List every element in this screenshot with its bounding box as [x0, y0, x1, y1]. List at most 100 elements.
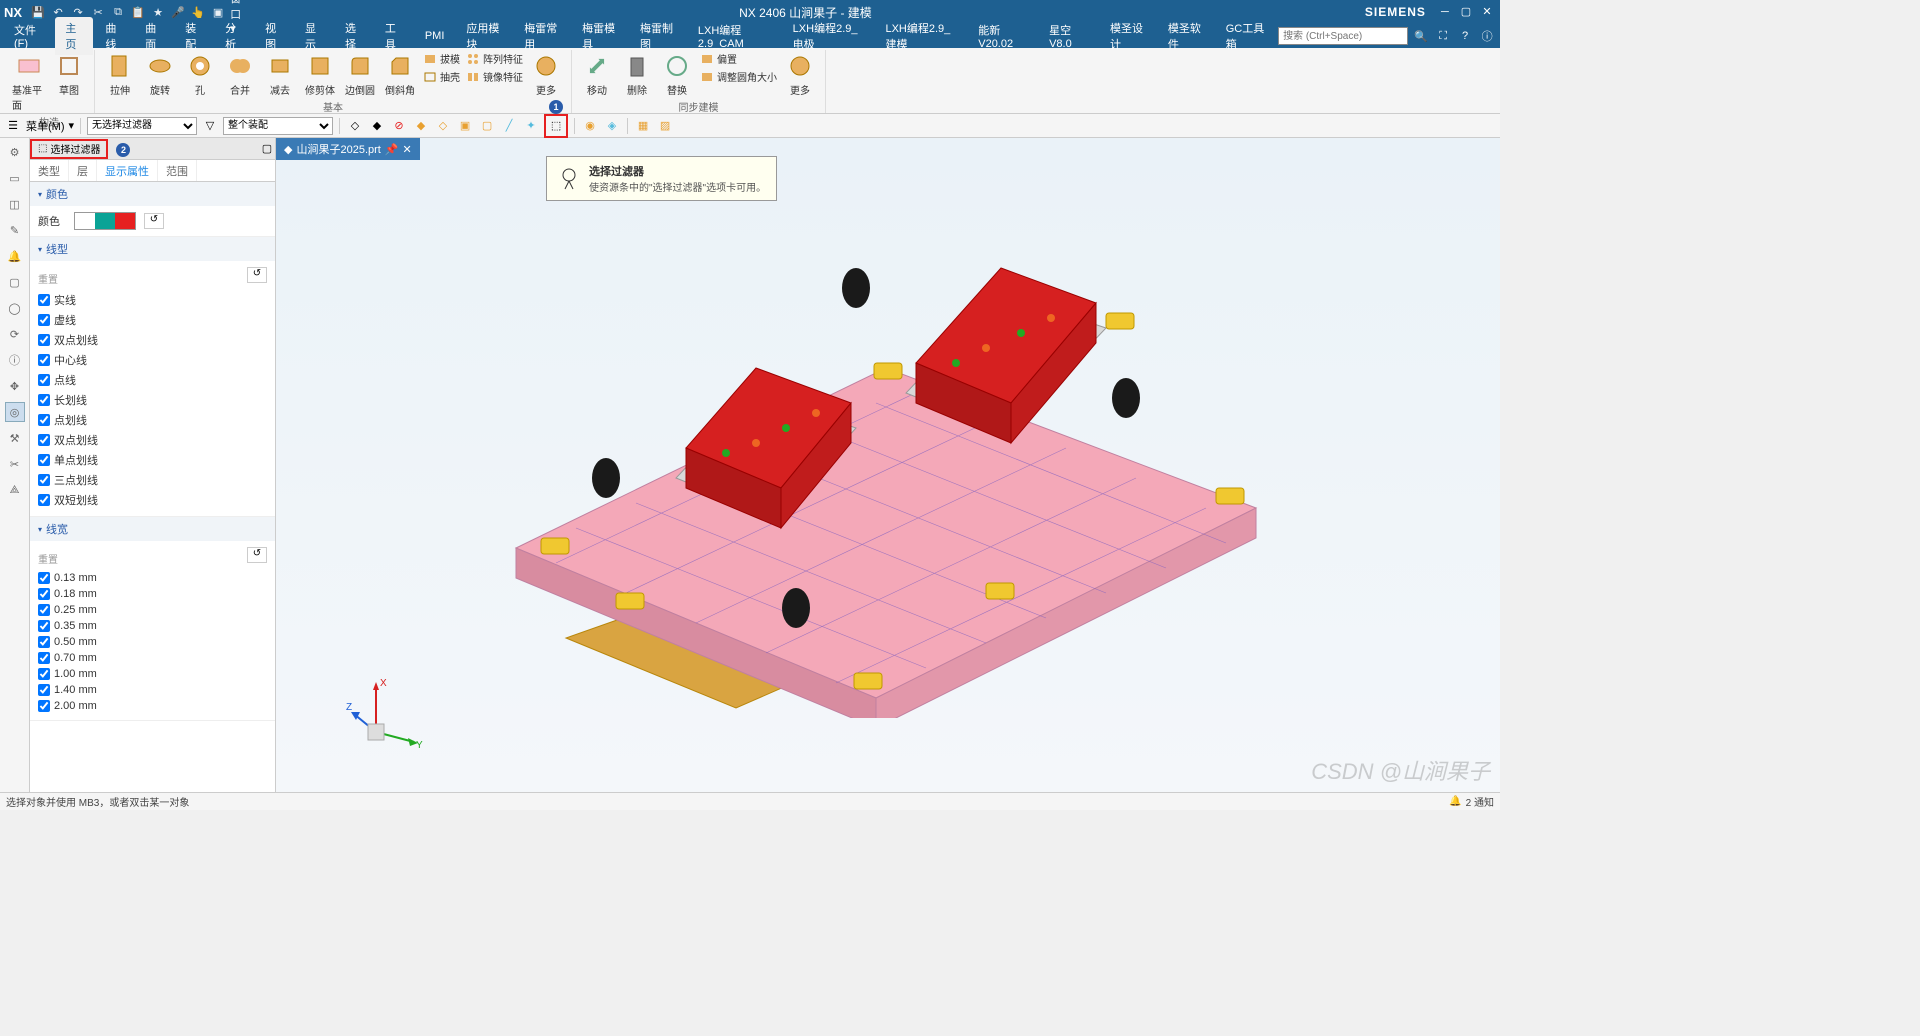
linestyle-check[interactable]: 点划线 [38, 410, 267, 430]
checkbox[interactable] [38, 588, 50, 600]
linestyle-check[interactable]: 虚线 [38, 310, 267, 330]
triad[interactable]: X Y Z [346, 672, 426, 752]
sel-icon-1[interactable]: ◇ [346, 117, 364, 135]
sel-filter-icon[interactable]: ⬚ [547, 117, 565, 135]
sphere-icon[interactable]: ◯ [5, 298, 25, 318]
linestyle-check[interactable]: 双点划线 [38, 430, 267, 450]
linewidth-check[interactable]: 0.70 mm [38, 650, 267, 666]
help-icon[interactable]: ? [1456, 27, 1474, 45]
checkbox[interactable] [38, 294, 50, 306]
panel-tab-layer[interactable]: 层 [69, 160, 97, 181]
panel-tab-display[interactable]: 显示属性 [97, 160, 158, 181]
linestyle-check[interactable]: 双点划线 [38, 330, 267, 350]
tab-lxh-model[interactable]: LXH编程2.9_建模 [875, 17, 966, 55]
checkbox[interactable] [38, 374, 50, 386]
document-tab[interactable]: ◆ 山涧果子2025.prt 📌 ✕ [276, 138, 420, 160]
color-reset-icon[interactable]: ↺ [144, 213, 164, 229]
checkbox[interactable] [38, 700, 50, 712]
linestyle-check[interactable]: 中心线 [38, 350, 267, 370]
linewidth-check[interactable]: 0.13 mm [38, 570, 267, 586]
sel-icon-2[interactable]: ◆ [368, 117, 386, 135]
resize-button[interactable]: 调整圆角大小 [698, 68, 779, 85]
doc-close-icon[interactable]: ✕ [403, 143, 412, 156]
save-icon[interactable]: 💾 [30, 4, 46, 20]
menu-label[interactable]: 菜单(M) [26, 118, 65, 134]
sketch-button[interactable]: 草图 [50, 50, 88, 114]
search-input[interactable] [1278, 27, 1408, 45]
checkbox[interactable] [38, 668, 50, 680]
mic-icon[interactable]: 🎤 [170, 4, 186, 20]
offset-button[interactable]: 偏置 [698, 50, 779, 67]
filter-select-1[interactable]: 无选择过滤器 [87, 117, 197, 135]
sel-icon-4[interactable]: ◆ [412, 117, 430, 135]
checkbox[interactable] [38, 354, 50, 366]
checkbox[interactable] [38, 572, 50, 584]
notify-text[interactable]: 2 通知 [1466, 794, 1494, 809]
checkbox[interactable] [38, 454, 50, 466]
asm-nav-icon[interactable]: ◫ [5, 194, 25, 214]
draft-button[interactable]: 拔模 [421, 50, 462, 67]
section-linewidth[interactable]: 线宽 [30, 517, 275, 541]
delete-button[interactable]: 删除 [618, 50, 656, 99]
color-swatches[interactable] [74, 212, 136, 230]
sel-icon-10[interactable]: ◉ [581, 117, 599, 135]
sel-icon-11[interactable]: ◈ [603, 117, 621, 135]
undo-icon[interactable]: ↶ [50, 4, 66, 20]
search-icon[interactable]: 🔍 [1412, 27, 1430, 45]
tab-gc[interactable]: GC工具箱 [1216, 17, 1276, 55]
linestyle-check[interactable]: 实线 [38, 290, 267, 310]
linestyle-check[interactable]: 长划线 [38, 390, 267, 410]
checkbox[interactable] [38, 604, 50, 616]
linestyle-check[interactable]: 三点划线 [38, 470, 267, 490]
hole-button[interactable]: 孔 [181, 50, 219, 99]
linestyle-check[interactable]: 双短划线 [38, 490, 267, 510]
checkbox[interactable] [38, 394, 50, 406]
revolve-button[interactable]: 旋转 [141, 50, 179, 99]
tab-mosheng2[interactable]: 模圣软件 [1158, 17, 1214, 55]
touch-icon[interactable]: 👆 [190, 4, 206, 20]
mirror-button[interactable]: 镜像特征 [464, 68, 525, 85]
pattern-button[interactable]: 阵列特征 [464, 50, 525, 67]
sel-icon-3[interactable]: ⊘ [390, 117, 408, 135]
checkbox[interactable] [38, 636, 50, 648]
replace-button[interactable]: 替换 [658, 50, 696, 99]
move-icon[interactable]: ✥ [5, 376, 25, 396]
box-icon[interactable]: ▢ [5, 272, 25, 292]
menu-icon[interactable]: ☰ [4, 117, 22, 135]
edgeblend-button[interactable]: 边倒圆 [341, 50, 379, 99]
star-icon[interactable]: ★ [150, 4, 166, 20]
section-color[interactable]: 颜色 [30, 182, 275, 206]
sel-filter-highlighted[interactable]: ⬚ 1 [544, 114, 568, 138]
copy-icon[interactable]: ⧉ [110, 4, 126, 20]
paste-icon[interactable]: 📋 [130, 4, 146, 20]
tool-icon-2[interactable]: ✂ [5, 454, 25, 474]
panel-close-icon[interactable]: ▢ [259, 142, 275, 155]
notify-icon[interactable]: 🔔 [1449, 796, 1461, 807]
linewidth-check[interactable]: 1.40 mm [38, 682, 267, 698]
linewidth-check[interactable]: 1.00 mm [38, 666, 267, 682]
tab-file[interactable]: 文件(F) [4, 19, 53, 53]
checkbox[interactable] [38, 684, 50, 696]
linewidth-check[interactable]: 0.18 mm [38, 586, 267, 602]
checkbox[interactable] [38, 494, 50, 506]
window-dropdown[interactable]: 窗口▾ [230, 4, 246, 20]
checkbox[interactable] [38, 314, 50, 326]
settings-icon[interactable]: ⚙ [5, 142, 25, 162]
sel-icon-6[interactable]: ▣ [456, 117, 474, 135]
linestyle-check[interactable]: 点线 [38, 370, 267, 390]
redo-icon[interactable]: ↷ [70, 4, 86, 20]
sel-icon-12[interactable]: ▦ [634, 117, 652, 135]
tab-lxh-cam[interactable]: LXH编程2.9_CAM [688, 19, 781, 53]
tab-nengxin[interactable]: 能新 V20.02 [968, 19, 1037, 53]
extrude-button[interactable]: 拉伸 [101, 50, 139, 99]
checkbox[interactable] [38, 334, 50, 346]
tab-mosheng1[interactable]: 模圣设计 [1100, 17, 1156, 55]
doc-pin-icon[interactable]: 📌 [385, 143, 399, 156]
tab-pmi[interactable]: PMI [415, 27, 455, 45]
subtract-button[interactable]: 减去 [261, 50, 299, 99]
shell-button[interactable]: 抽壳 [421, 68, 462, 85]
unite-button[interactable]: 合并 [221, 50, 259, 99]
tool-icon-3[interactable]: ⟁ [5, 480, 25, 500]
trim-button[interactable]: 修剪体 [301, 50, 339, 99]
checkbox[interactable] [38, 414, 50, 426]
